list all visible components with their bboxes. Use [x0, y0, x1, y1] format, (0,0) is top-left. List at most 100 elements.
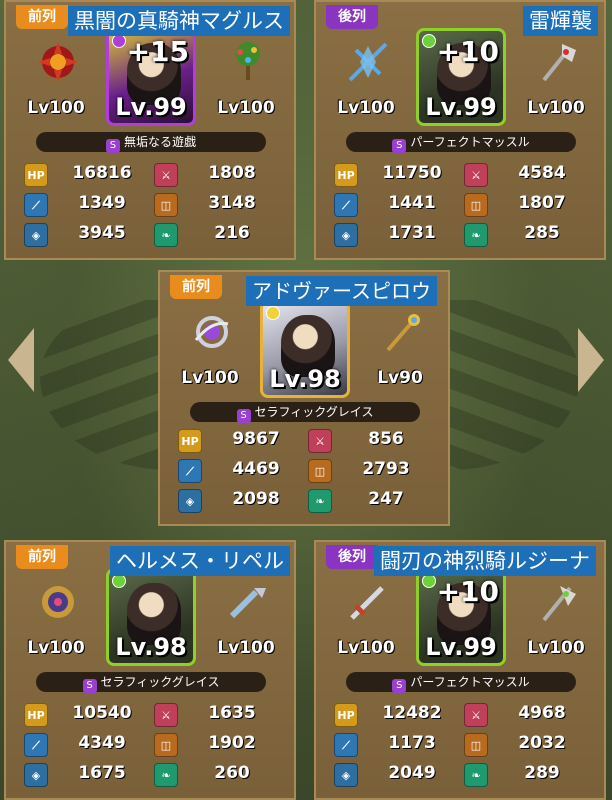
stat-row: HP 10540 ⚔ 1635: [24, 700, 280, 730]
skill-label: S 無垢なる遊戯: [36, 132, 266, 153]
skill-name: パーフェクトマッスル: [410, 675, 530, 689]
unit-card-3[interactable]: 前列 Lv100 Lv.98 Lv100 ヘルメス・リペル S セラフィックグレイ…: [4, 540, 296, 800]
position-tag: 後列: [326, 5, 378, 29]
stat-row: ⟋ 1349 ◫ 3148: [24, 190, 280, 220]
unit-level: Lv.99: [115, 93, 187, 121]
unit-portrait[interactable]: Lv.98: [106, 568, 196, 666]
plus-value: +10: [436, 35, 499, 68]
skill-name: セラフィックグレイス: [100, 675, 220, 689]
wand-icon: ⟋: [24, 193, 48, 217]
attack-value: 4968: [518, 703, 566, 723]
magic-value: 1173: [388, 733, 436, 753]
unit-card-2[interactable]: 前列 Lv100 Lv.98 Lv90 アドヴァースピロウ S セラフィックグレイ…: [158, 270, 450, 526]
resist-value: 285: [524, 223, 560, 243]
defense-value: 2098: [232, 489, 280, 509]
skill-name: セラフィックグレイス: [254, 405, 374, 419]
attack-sword-icon: ⚔: [154, 163, 178, 187]
unit-portrait[interactable]: +10 Lv.99: [416, 568, 506, 666]
stats-panel: HP 12482 ⚔ 4968 ⟋ 1173 ◫ 2032 ◈ 2049 ❧ 2…: [334, 700, 590, 790]
unit-name: 雷輝襲: [523, 6, 598, 36]
break-value: 3148: [208, 193, 256, 213]
break-icon: ◫: [464, 733, 488, 757]
position-tag: 前列: [16, 545, 68, 569]
skill-label: S セラフィックグレイス: [190, 402, 420, 423]
wand-icon: ⟋: [334, 193, 358, 217]
gear-level-left: Lv100: [181, 368, 239, 388]
element-icon: [112, 34, 126, 48]
position-tag: 後列: [326, 545, 378, 569]
stat-row: HP 16816 ⚔ 1808: [24, 160, 280, 190]
break-value: 1902: [208, 733, 256, 753]
gear-level-right: Lv100: [527, 638, 585, 658]
skill-label: S パーフェクトマッスル: [346, 672, 576, 693]
attack-value: 1808: [208, 163, 256, 183]
stats-panel: HP 10540 ⚔ 1635 ⟋ 4349 ◫ 1902 ◈ 1675 ❧ 2…: [24, 700, 280, 790]
defense-value: 1731: [388, 223, 436, 243]
stat-row: ◈ 2049 ❧ 289: [334, 760, 590, 790]
unit-level: Lv.99: [425, 633, 497, 661]
stat-row: ◈ 3945 ❧ 216: [24, 220, 280, 250]
shield-icon: ◈: [24, 763, 48, 787]
defense-value: 1675: [78, 763, 126, 783]
hp-value: 16816: [72, 163, 132, 183]
break-value: 2032: [518, 733, 566, 753]
chevron-left-icon[interactable]: [8, 328, 34, 392]
hp-icon: HP: [24, 163, 48, 187]
attack-sword-icon: ⚔: [308, 429, 332, 453]
unit-portrait[interactable]: Lv.98: [260, 300, 350, 398]
hp-icon: HP: [178, 429, 202, 453]
wand-icon: ⟋: [24, 733, 48, 757]
axe-gear-icon[interactable]: [528, 576, 588, 632]
unit-name: 闘刃の神烈騎ルジーナ: [374, 546, 596, 576]
skill-s-icon: S: [392, 139, 407, 153]
unit-name: ヘルメス・リペル: [110, 546, 290, 576]
gear-level-left: Lv100: [337, 98, 395, 118]
position-tag: 前列: [16, 5, 68, 29]
element-icon: [266, 306, 280, 320]
element-icon: [422, 574, 436, 588]
hp-value: 11750: [382, 163, 442, 183]
axe-gear-icon[interactable]: [528, 36, 588, 92]
skill-s-icon: S: [82, 679, 97, 693]
accessory-gear-icon[interactable]: [218, 36, 278, 92]
hp-icon: HP: [334, 703, 358, 727]
attack-value: 4584: [518, 163, 566, 183]
sword-gear-icon[interactable]: [338, 576, 398, 632]
stat-row: ◈ 1731 ❧ 285: [334, 220, 590, 250]
chevron-right-icon[interactable]: [578, 328, 604, 392]
unit-card-0[interactable]: 前列 Lv100 +15 Lv.99 Lv100 黒闇の真騎神マグルス S 無垢な…: [4, 0, 296, 260]
resist-value: 289: [524, 763, 560, 783]
element-icon: [422, 34, 436, 48]
attack-sword-icon: ⚔: [154, 703, 178, 727]
orb-gear-icon[interactable]: [182, 306, 242, 362]
stats-panel: HP 9867 ⚔ 856 ⟋ 4469 ◫ 2793 ◈ 2098 ❧ 247: [178, 426, 434, 516]
emblem-gear-icon[interactable]: [28, 576, 88, 632]
resist-value: 216: [214, 223, 250, 243]
wing-icon: ❧: [464, 763, 488, 787]
weapon-gear-icon[interactable]: [28, 36, 88, 92]
break-icon: ◫: [154, 193, 178, 217]
stats-panel: HP 16816 ⚔ 1808 ⟋ 1349 ◫ 3148 ◈ 3945 ❧ 2…: [24, 160, 280, 250]
stat-row: ◈ 1675 ❧ 260: [24, 760, 280, 790]
weapon-gear-icon[interactable]: [338, 36, 398, 92]
plus-value: +10: [436, 575, 499, 608]
skill-name: 無垢なる遊戯: [123, 135, 196, 149]
hp-value: 9867: [232, 429, 280, 449]
stat-row: ⟋ 4349 ◫ 1902: [24, 730, 280, 760]
wand-icon: ⟋: [178, 459, 202, 483]
skill-s-icon: S: [392, 679, 407, 693]
element-icon: [112, 574, 126, 588]
gear-level-left: Lv100: [337, 638, 395, 658]
unit-portrait[interactable]: +15 Lv.99: [106, 28, 196, 126]
unit-card-4[interactable]: 後列 Lv100 +10 Lv.99 Lv100 闘刃の神烈騎ルジーナ S パーフ…: [314, 540, 606, 800]
gun-gear-icon[interactable]: [218, 576, 278, 632]
unit-card-1[interactable]: 後列 Lv100 +10 Lv.99 Lv100 雷輝襲 S パーフェクトマッスル…: [314, 0, 606, 260]
plus-value: +15: [126, 35, 189, 68]
gear-level-right: Lv100: [217, 98, 275, 118]
unit-portrait[interactable]: +10 Lv.99: [416, 28, 506, 126]
staff-gear-icon[interactable]: [372, 306, 432, 362]
unit-level: Lv.99: [425, 93, 497, 121]
wing-icon: ❧: [464, 223, 488, 247]
stat-row: HP 9867 ⚔ 856: [178, 426, 434, 456]
hp-icon: HP: [24, 703, 48, 727]
